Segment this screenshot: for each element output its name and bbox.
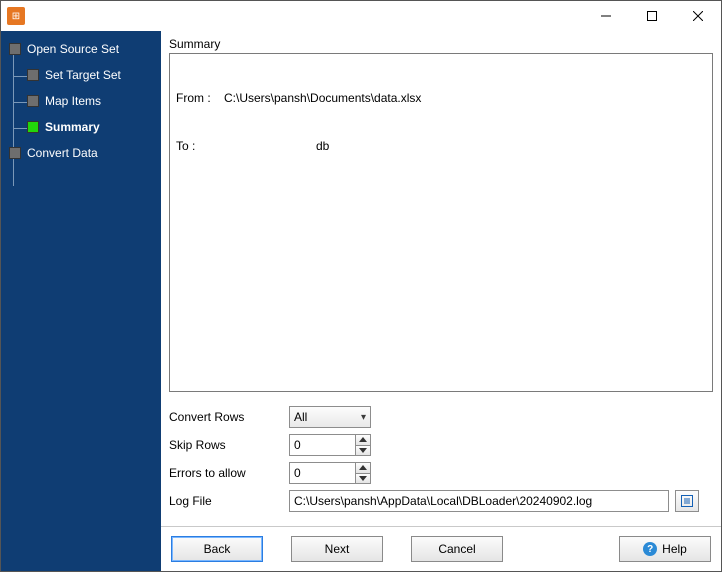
summary-heading: Summary (169, 37, 713, 51)
minimize-icon (601, 11, 611, 21)
wizard-window: ⊞ (0, 0, 722, 572)
step-label: Set Target Set (45, 68, 121, 82)
app-icon-glyph: ⊞ (12, 11, 20, 22)
help-icon: ? (643, 542, 657, 556)
minimize-button[interactable] (583, 1, 629, 31)
maximize-icon (647, 11, 657, 21)
titlebar: ⊞ (1, 1, 721, 31)
step-status-icon (27, 69, 39, 81)
errors-allow-input[interactable] (289, 462, 355, 484)
wizard-steps-sidebar: Open Source Set Set Target Set Map Items (1, 31, 161, 571)
cancel-button[interactable]: Cancel (411, 536, 503, 562)
step-status-icon (9, 43, 21, 55)
close-icon (693, 11, 703, 21)
summary-from-value: C:\Users\pansh\Documents\data.xlsx (224, 90, 421, 106)
step-summary[interactable]: Summary (27, 114, 159, 140)
chevron-down-icon (359, 476, 367, 481)
chevron-up-icon (359, 437, 367, 442)
summary-to-label: To : (176, 138, 224, 154)
log-file-browse-button[interactable] (675, 490, 699, 512)
step-status-icon (27, 121, 39, 133)
step-label: Map Items (45, 94, 101, 108)
step-open-source-set[interactable]: Open Source Set (9, 36, 159, 62)
step-set-target-set[interactable]: Set Target Set (27, 62, 159, 88)
step-status-icon (27, 95, 39, 107)
step-convert-data[interactable]: Convert Data (9, 140, 159, 166)
summary-from-label: From : (176, 90, 224, 106)
step-label: Convert Data (27, 146, 98, 160)
maximize-button[interactable] (629, 1, 675, 31)
close-button[interactable] (675, 1, 721, 31)
skip-rows-spinner (289, 434, 371, 456)
errors-allow-label: Errors to allow (169, 466, 246, 480)
skip-rows-up-button[interactable] (355, 434, 371, 446)
next-button[interactable]: Next (291, 536, 383, 562)
conversion-options: Convert Rows All ▾ Skip Rows (161, 392, 721, 520)
log-file-input[interactable] (289, 490, 669, 512)
back-button[interactable]: Back (171, 536, 263, 562)
next-button-label: Next (325, 542, 350, 556)
skip-rows-label: Skip Rows (169, 438, 226, 452)
file-browse-icon (680, 494, 694, 508)
summary-to-value: db (316, 138, 329, 154)
wizard-steps-tree: Open Source Set Set Target Set Map Items (3, 36, 159, 166)
log-file-label: Log File (169, 494, 212, 508)
errors-allow-up-button[interactable] (355, 462, 371, 474)
wizard-button-bar: Back Next Cancel ? Help (161, 527, 721, 571)
errors-allow-down-button[interactable] (355, 474, 371, 485)
back-button-label: Back (204, 542, 231, 556)
app-icon: ⊞ (7, 7, 25, 25)
step-label: Summary (45, 120, 100, 134)
convert-rows-value: All (294, 410, 307, 424)
convert-rows-select[interactable]: All ▾ (289, 406, 371, 428)
chevron-down-icon (359, 448, 367, 453)
main-pane: Summary From : C:\Users\pansh\Documents\… (161, 31, 721, 571)
help-button-label: Help (662, 542, 687, 556)
convert-rows-label: Convert Rows (169, 410, 244, 424)
step-status-icon (9, 147, 21, 159)
chevron-down-icon: ▾ (361, 412, 366, 423)
summary-textbox[interactable]: From : C:\Users\pansh\Documents\data.xls… (169, 53, 713, 392)
skip-rows-down-button[interactable] (355, 446, 371, 457)
chevron-up-icon (359, 465, 367, 470)
errors-allow-spinner (289, 462, 371, 484)
help-button[interactable]: ? Help (619, 536, 711, 562)
cancel-button-label: Cancel (438, 542, 475, 556)
skip-rows-input[interactable] (289, 434, 355, 456)
step-label: Open Source Set (27, 42, 119, 56)
step-map-items[interactable]: Map Items (27, 88, 159, 114)
